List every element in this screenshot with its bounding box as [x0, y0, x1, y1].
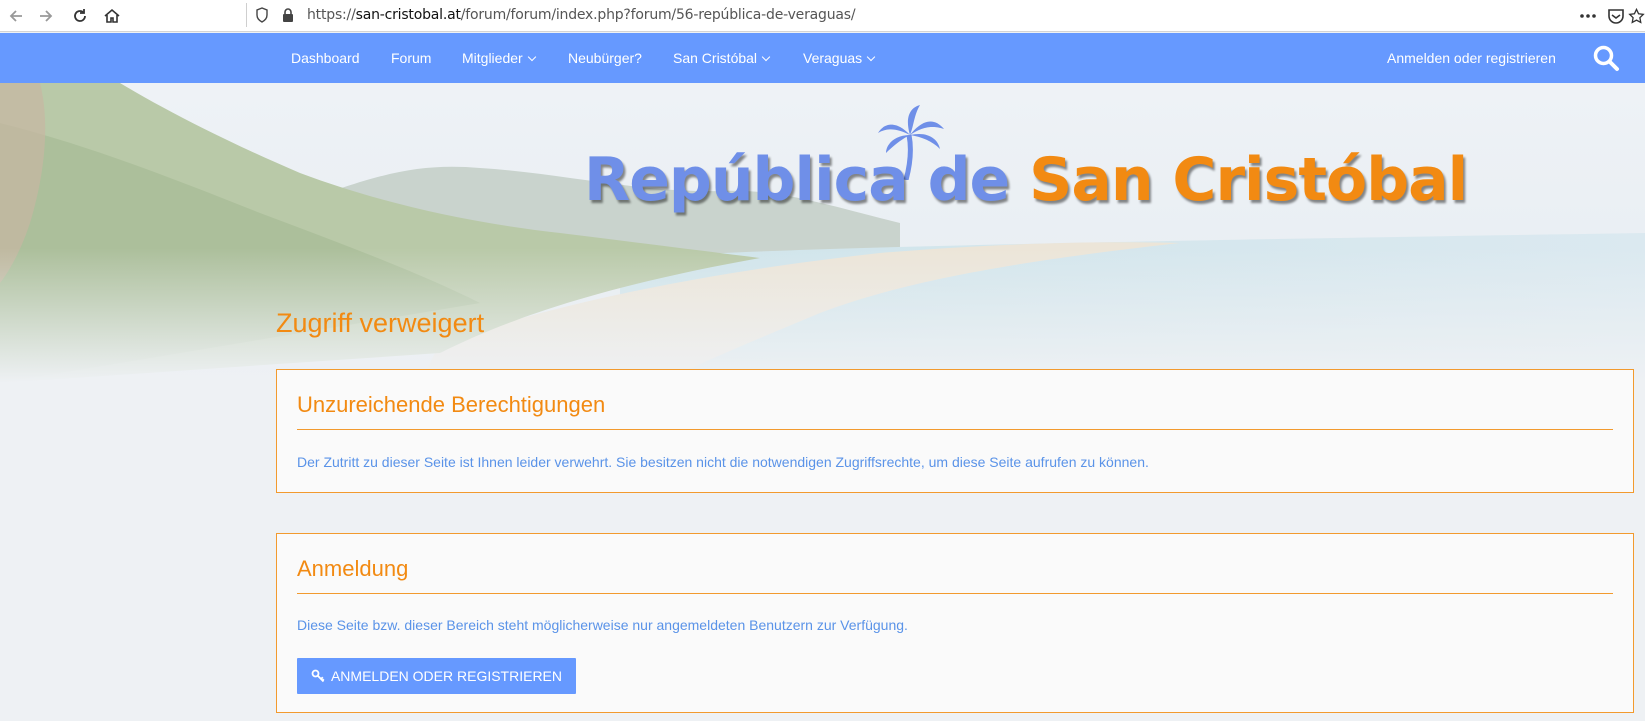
- url-text: https://san-cristobal.at/forum/forum/ind…: [307, 7, 856, 23]
- back-button[interactable]: [4, 4, 28, 28]
- home-icon: [104, 8, 120, 23]
- arrow-left-icon: [9, 10, 22, 22]
- login-register-button-label: ANMELDEN ODER REGISTRIEREN: [330, 668, 563, 684]
- reload-icon: [74, 9, 86, 22]
- pocket-icon: [1608, 9, 1624, 24]
- more-dots-icon: [1580, 14, 1596, 18]
- forward-button[interactable]: [34, 4, 58, 28]
- login-register-button[interactable]: ANMELDEN ODER REGISTRIEREN: [297, 658, 576, 694]
- nav-item-dashboard[interactable]: Dashboard: [291, 33, 360, 83]
- search-icon: [1593, 45, 1619, 71]
- login-heading: Anmeldung: [297, 556, 409, 581]
- chevron-down-icon: [527, 52, 536, 62]
- page-actions-button[interactable]: [1576, 4, 1600, 28]
- reload-button[interactable]: [68, 4, 92, 28]
- lock-icon: [283, 8, 293, 22]
- nav-item-mitglieder[interactable]: Mitglieder: [462, 33, 536, 83]
- main-navigation: Dashboard Forum Mitglieder Neubürger? Sa…: [0, 33, 1645, 83]
- arrow-right-icon: [40, 10, 53, 22]
- bookmark-button[interactable]: [1628, 4, 1645, 28]
- beach-background-image: [0, 83, 1645, 383]
- chevron-down-icon: [761, 52, 771, 62]
- login-panel: Anmeldung Diese Seite bzw. dieser Bereic…: [276, 533, 1634, 713]
- pocket-button[interactable]: [1604, 4, 1628, 28]
- home-button[interactable]: [100, 4, 124, 28]
- hero-banner: República de San Cristóbal: [0, 83, 1645, 383]
- nav-item-veraguas[interactable]: Veraguas: [803, 33, 876, 83]
- login-message: Diese Seite bzw. dieser Bereich steht mö…: [297, 617, 908, 633]
- url-separator: [246, 3, 247, 27]
- nav-item-neubuerger[interactable]: Neubürger?: [568, 33, 642, 83]
- nav-item-forum[interactable]: Forum: [391, 33, 431, 83]
- address-bar[interactable]: https://san-cristobal.at/forum/forum/ind…: [248, 2, 1578, 28]
- star-icon: [1628, 7, 1645, 24]
- login-register-link[interactable]: Anmelden oder registrieren: [1387, 33, 1556, 83]
- chevron-down-icon: [866, 52, 876, 62]
- heading-divider: [297, 593, 1613, 594]
- permissions-heading: Unzureichende Berechtigungen: [297, 392, 606, 417]
- shield-icon: [256, 7, 268, 23]
- heading-divider: [297, 429, 1613, 430]
- search-button[interactable]: [1590, 33, 1622, 83]
- browser-toolbar: https://san-cristobal.at/forum/forum/ind…: [0, 0, 1645, 32]
- site-logo[interactable]: República de San Cristóbal: [584, 145, 1468, 215]
- key-icon: [311, 669, 325, 683]
- page-title: Zugriff verweigert: [276, 308, 485, 338]
- permissions-message: Der Zutritt zu dieser Seite ist Ihnen le…: [297, 454, 1149, 470]
- permissions-panel: Unzureichende Berechtigungen Der Zutritt…: [276, 369, 1634, 493]
- nav-item-san-cristobal[interactable]: San Cristóbal: [673, 33, 771, 83]
